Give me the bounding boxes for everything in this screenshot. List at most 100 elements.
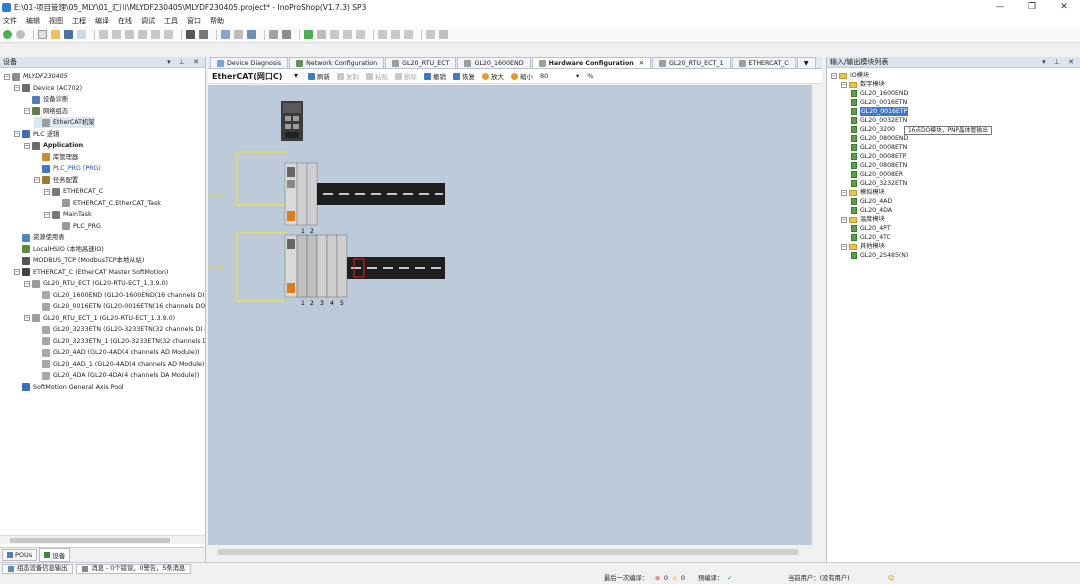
zoom-out-button[interactable]: 缩小 (511, 71, 533, 81)
open-folder-icon[interactable] (51, 30, 60, 39)
run-icon[interactable] (330, 30, 339, 39)
cut-icon[interactable] (125, 30, 134, 39)
device-tree-hscrollbar[interactable] (0, 535, 205, 544)
refresh-button[interactable]: 刷新 (308, 71, 330, 81)
device-tree-item[interactable]: GL20_4DA (GL20-4DA(4 channels DA Module)… (34, 370, 199, 381)
expand-toggle-icon[interactable]: − (14, 85, 20, 91)
redo-icon[interactable] (112, 30, 121, 39)
io-module-item[interactable]: GL20_0008ER (851, 170, 903, 179)
rack-row-2[interactable]: 1 2 3 4 5 (284, 234, 445, 307)
device-tree-item[interactable]: − GL20_RTU_ECT (GL20-RTU-ECT_1.3.9.0) (24, 278, 168, 289)
tab-pous[interactable]: POUs (2, 549, 38, 561)
device-tree-item[interactable]: − MainTask (44, 209, 92, 220)
new-file-icon[interactable] (38, 30, 47, 39)
expand-toggle-icon[interactable]: − (24, 142, 30, 149)
paste-button[interactable]: 粘贴 (366, 71, 388, 81)
device-tree-item[interactable]: GL20_1600END (GL20-1600END(16 channels D… (34, 290, 205, 301)
replace-icon[interactable] (199, 30, 208, 39)
module-slot-5[interactable] (336, 234, 348, 298)
breakpoint-icon[interactable] (426, 30, 435, 39)
module-slot-4[interactable] (326, 234, 338, 298)
menu-file[interactable]: 文件 (3, 16, 17, 26)
io-module-item[interactable]: GL20_4AD (851, 197, 892, 206)
expand-toggle-icon[interactable]: − (14, 131, 20, 137)
io-module-item[interactable]: GL20_0032ETN (851, 116, 907, 125)
copy-button[interactable]: 复制 (337, 71, 359, 81)
add-object-icon[interactable] (247, 30, 256, 39)
io-folder-item[interactable]: − 模拟模块 (841, 188, 885, 197)
tab-ethercat-c[interactable]: ETHERCAT_C (731, 57, 796, 68)
reset-icon[interactable] (356, 30, 365, 39)
expand-toggle-icon[interactable]: − (24, 315, 30, 321)
device-tree-item[interactable]: EtherCAT机架 (34, 117, 95, 128)
module-slot-2[interactable] (306, 234, 318, 298)
io-module-item[interactable]: GL20_2S485(N) (851, 251, 908, 260)
select-all-icon[interactable] (221, 30, 230, 39)
tab-close-icon[interactable]: ✕ (639, 58, 644, 69)
zoom-value[interactable]: 80 (540, 72, 576, 80)
device-tree-item[interactable]: − ETHERCAT_C (44, 186, 103, 197)
tab-overflow[interactable]: ▼ (796, 57, 816, 68)
device-tree-item[interactable]: − Device (AC702) (14, 83, 82, 94)
device-tree-item[interactable]: MODBUS_TCP (ModbusTCP本地从站) (14, 255, 144, 266)
menu-debug[interactable]: 调试 (141, 16, 155, 26)
io-module-item[interactable]: GL20_4PT (851, 224, 891, 233)
device-tree-item[interactable]: 库管理器 (34, 152, 78, 163)
io-module-item[interactable]: GL20_0016ETP (851, 107, 909, 116)
back-icon[interactable] (3, 30, 12, 39)
tab-messages[interactable]: 消息 - 0个错误，0警告，5条消息 (76, 563, 192, 574)
io-module-item[interactable]: GL20_0008ETP (851, 152, 906, 161)
device-tree-item[interactable]: ETHERCAT_C.EtherCAT_Task (54, 198, 161, 209)
tab-gl20-1600end[interactable]: GL20_1600END (457, 57, 531, 68)
chevron-down-icon[interactable]: ▾ (576, 72, 579, 80)
forward-icon[interactable] (16, 30, 25, 39)
tab-devices[interactable]: 设备 (39, 548, 71, 562)
io-folder-item[interactable]: − 温度模块 (841, 215, 885, 224)
rack-row-1[interactable]: 1 2 (284, 162, 445, 235)
expand-toggle-icon[interactable]: − (841, 243, 847, 250)
device-tree-item[interactable]: PLC_PRG (54, 221, 101, 232)
module-slot-3[interactable] (316, 234, 328, 298)
device-tree-item[interactable]: − MLYDF230405 (4, 71, 68, 82)
step-over-icon[interactable] (378, 30, 387, 39)
build-icon[interactable] (269, 30, 278, 39)
device-tree-item[interactable]: − 任务配置 (34, 175, 78, 186)
device-tree-item[interactable]: PLC_PRG (PRG) (34, 163, 101, 174)
menu-help[interactable]: 帮助 (210, 16, 224, 26)
io-module-item[interactable]: GL20_4TC (851, 233, 891, 242)
expand-toggle-icon[interactable]: − (24, 280, 30, 287)
menu-online[interactable]: 在线 (118, 16, 132, 26)
module-slot-1[interactable] (296, 162, 308, 226)
io-module-item[interactable]: GL20_0800END (851, 134, 908, 143)
menu-project[interactable]: 工程 (72, 16, 86, 26)
tab-device-diagnosis[interactable]: Device Diagnosis (210, 57, 289, 68)
io-folder-item[interactable]: − 其他模块 (841, 242, 885, 251)
delete-button[interactable]: 删除 (395, 71, 417, 81)
maximize-button[interactable]: ❐ (1016, 0, 1048, 14)
save-icon[interactable] (64, 30, 73, 39)
expand-toggle-icon[interactable]: − (831, 72, 837, 79)
menu-tools[interactable]: 工具 (164, 16, 178, 26)
redo-button[interactable]: 恢复 (453, 71, 475, 81)
scroll-thumb[interactable] (10, 538, 170, 543)
rebuild-icon[interactable] (282, 30, 291, 39)
close-button[interactable]: ✕ (1048, 0, 1080, 14)
zoom-in-button[interactable]: 放大 (482, 71, 504, 81)
expand-toggle-icon[interactable]: − (34, 177, 40, 183)
device-tree-item[interactable]: GL20_3233ETN (GL20-3233ETN(32 channels D… (34, 324, 205, 335)
device-tree-item[interactable]: GL20_4AD_1 (GL20-4AD(4 channels AD Modul… (34, 359, 205, 370)
device-tree-item[interactable]: − Application (24, 140, 83, 151)
login-icon[interactable] (304, 30, 313, 39)
device-tree-item[interactable]: − GL20_RTU_ECT_1 (GL20-RTU-ECT_1.3.9.0) (24, 313, 175, 324)
device-tree-item[interactable]: − PLC 逻辑 (14, 129, 59, 140)
io-module-item[interactable]: GL20_0016ETN (851, 98, 907, 107)
bookmark-icon[interactable] (234, 30, 243, 39)
expand-toggle-icon[interactable]: − (841, 216, 847, 223)
copy-icon[interactable] (138, 30, 147, 39)
tab-gl20-rtu-ect[interactable]: GL20_RTU_ECT (385, 57, 457, 68)
expand-toggle-icon[interactable]: − (841, 81, 847, 88)
io-module-item[interactable]: GL20_1600END (851, 89, 908, 98)
device-tree-item[interactable]: GL20_4AD (GL20-4AD(4 channels AD Module)… (34, 347, 200, 358)
canvas-hscrollbar[interactable] (208, 547, 812, 557)
expand-toggle-icon[interactable]: − (4, 73, 10, 80)
